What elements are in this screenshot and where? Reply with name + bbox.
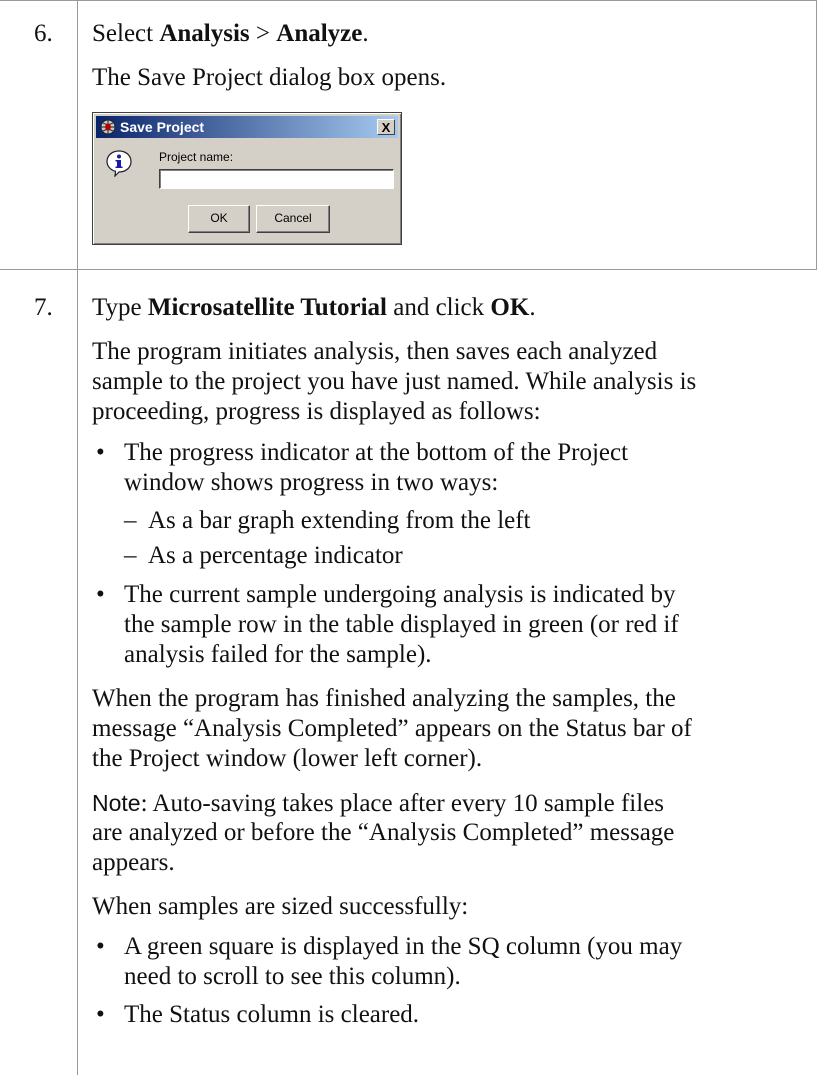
note-label: Note bbox=[92, 790, 141, 816]
instruction-end: . bbox=[362, 20, 369, 47]
paragraph-line: When samples are sized successfully: bbox=[92, 893, 469, 920]
close-button[interactable]: X bbox=[377, 119, 395, 135]
step-number: 6. bbox=[34, 20, 53, 47]
bullet-line: window shows progress in two ways: bbox=[124, 469, 499, 496]
bullet-line: The progress indicator at the bottom of … bbox=[124, 439, 629, 466]
table-top-rule bbox=[0, 0, 817, 1]
bullet-marker: • bbox=[96, 581, 105, 608]
note-line: are analyzed or before the “Analysis Com… bbox=[92, 819, 675, 846]
step-number: 7. bbox=[34, 294, 53, 321]
cancel-button[interactable]: Cancel bbox=[256, 205, 330, 233]
bullet-line: analysis failed for the sample). bbox=[124, 641, 432, 668]
typed-value: Microsatellite Tutorial bbox=[147, 294, 387, 321]
bullet-line: need to scroll to see this column). bbox=[124, 963, 461, 990]
ok-button[interactable]: OK bbox=[188, 205, 250, 233]
dash-marker: – bbox=[124, 507, 137, 534]
project-name-label: Project name: bbox=[159, 150, 234, 164]
paragraph-line: sample to the project you have just name… bbox=[92, 368, 697, 395]
menu-separator: > bbox=[249, 20, 277, 47]
instruction-end: . bbox=[529, 294, 536, 321]
paragraph-line: When the program has finished analyzing … bbox=[92, 685, 676, 712]
menu-name: Analysis bbox=[159, 20, 250, 47]
note-line: appears. bbox=[92, 849, 175, 876]
bullet-marker: • bbox=[96, 933, 105, 960]
info-icon bbox=[106, 150, 132, 177]
paragraph-line: proceeding, progress is displayed as fol… bbox=[92, 398, 541, 425]
bullet-line: The current sample undergoing analysis i… bbox=[124, 581, 676, 608]
dash-marker: – bbox=[124, 542, 137, 569]
button-name: OK bbox=[490, 294, 530, 321]
instruction-text: Select bbox=[92, 20, 160, 47]
step-instruction: Select Analysis > Analyze. bbox=[92, 19, 369, 49]
bullet-line: the sample row in the table displayed in… bbox=[124, 611, 679, 638]
dialog-title-bar: Save Project X bbox=[96, 116, 398, 138]
save-project-dialog: Save Project X Project name: OK Cancel bbox=[92, 112, 402, 245]
sub-bullet-line: As a bar graph extending from the left bbox=[148, 507, 531, 534]
note-text: : Auto-saving takes place after every 10… bbox=[140, 790, 665, 817]
bullet-line: The Status column is cleared. bbox=[124, 1001, 420, 1028]
column-divider bbox=[77, 0, 78, 1075]
bullet-marker: • bbox=[96, 1001, 105, 1028]
instruction-text: and click bbox=[386, 294, 491, 321]
row-divider bbox=[0, 269, 817, 270]
menu-item-name: Analyze bbox=[276, 20, 363, 47]
dialog-title: Save Project bbox=[120, 119, 205, 135]
paragraph-line: message “Analysis Completed” appears on … bbox=[92, 715, 692, 742]
step-result: The Save Project dialog box opens. bbox=[92, 64, 447, 91]
paragraph-line: the Project window (lower left corner). bbox=[92, 745, 483, 772]
note-line: Note: Auto-saving takes place after ever… bbox=[92, 788, 664, 819]
instruction-text: Type bbox=[92, 294, 148, 321]
sub-bullet-line: As a percentage indicator bbox=[148, 542, 403, 569]
project-name-input[interactable] bbox=[159, 169, 394, 189]
bullet-marker: • bbox=[96, 439, 105, 466]
step-instruction: Type Microsatellite Tutorial and click O… bbox=[92, 293, 536, 323]
app-globe-icon bbox=[100, 119, 116, 135]
bullet-line: A green square is displayed in the SQ co… bbox=[124, 933, 683, 960]
paragraph-line: The program initiates analysis, then sav… bbox=[92, 338, 658, 365]
